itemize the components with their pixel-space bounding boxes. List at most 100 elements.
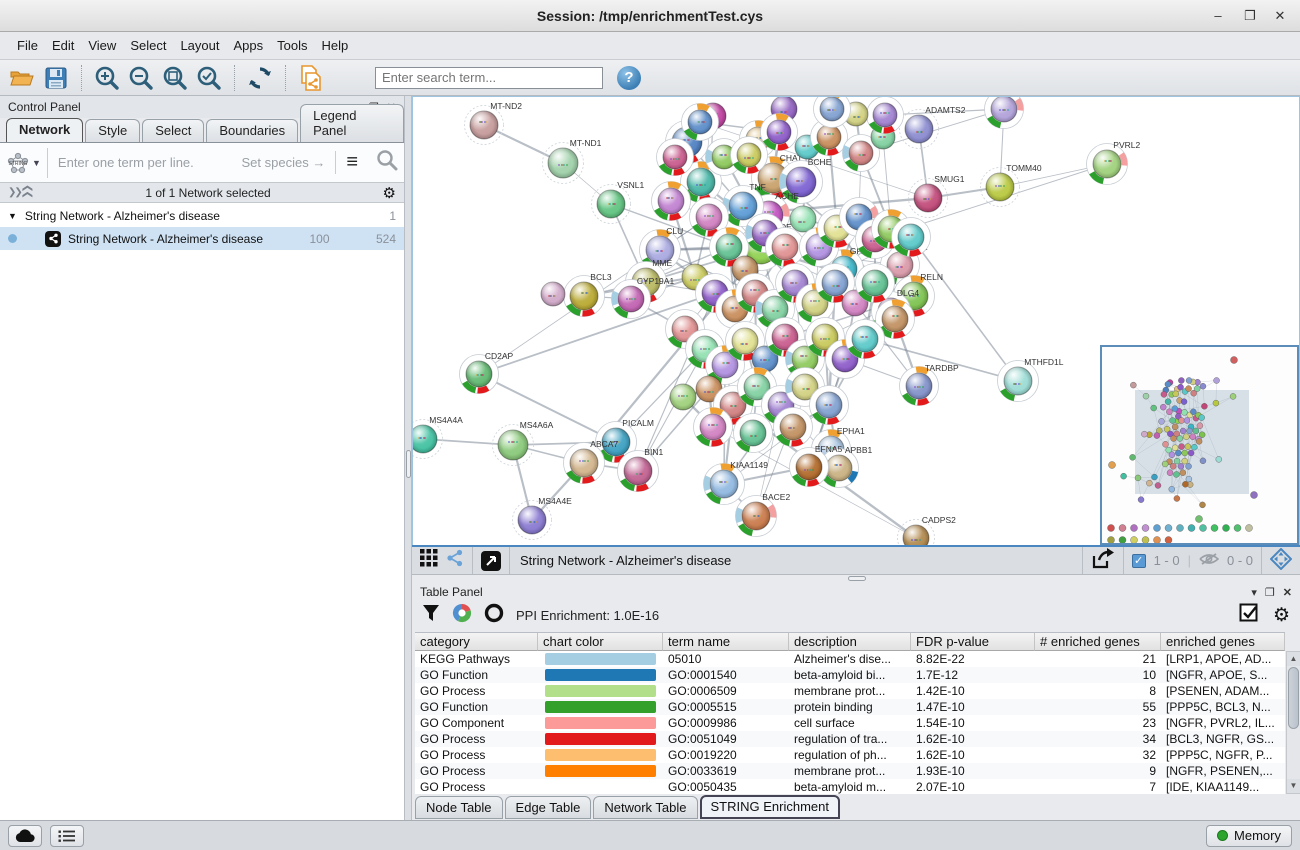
enrichment-row[interactable]: KEGG Pathways05010Alzheimer's dise...8.8… [415, 651, 1285, 667]
tab-network-table[interactable]: Network Table [593, 796, 697, 819]
string-menu-icon[interactable]: ≡ [335, 151, 368, 174]
help-icon[interactable]: ? [617, 66, 641, 90]
network-row[interactable]: String Network - Alzheimer's disease 100… [0, 227, 404, 250]
refresh-icon[interactable] [246, 64, 274, 92]
zoom-out-icon[interactable] [127, 64, 155, 92]
network-node[interactable] [657, 139, 694, 176]
search-input[interactable] [375, 67, 603, 89]
network-node[interactable]: MTHFD1L [998, 357, 1064, 402]
species-selector[interactable]: Set species → [242, 155, 336, 170]
network-node[interactable]: PVRL2 [1087, 140, 1141, 185]
network-node[interactable]: TARDBP [900, 363, 960, 406]
grid-view-icon[interactable] [420, 549, 438, 572]
network-node[interactable]: SMUG1 [909, 174, 965, 218]
enrichment-row[interactable]: GO ComponentGO:0009986cell surface1.54E-… [415, 715, 1285, 731]
enrichment-row[interactable]: GO ProcessGO:0019220regulation of ph...1… [415, 747, 1285, 763]
column-header-description[interactable]: description [789, 633, 911, 651]
network-node[interactable] [810, 386, 849, 425]
menu-tools[interactable]: Tools [270, 34, 314, 57]
network-node[interactable] [761, 114, 798, 151]
minimize-button[interactable]: – [1208, 6, 1228, 26]
network-node[interactable]: BACE2 [736, 492, 791, 537]
network-node[interactable] [731, 137, 768, 174]
network-node[interactable]: BCL3 [564, 272, 612, 317]
menu-help[interactable]: Help [315, 34, 356, 57]
network-node[interactable]: MS4A6A [493, 420, 554, 466]
network-node[interactable]: VSNL1 [592, 180, 645, 224]
panel-menu-icon[interactable]: ▾ [1251, 586, 1257, 599]
menu-file[interactable]: File [10, 34, 45, 57]
network-node[interactable] [766, 228, 805, 267]
network-node[interactable]: CYP19A1 [612, 276, 675, 319]
collapse-all-icon[interactable]: ❯❯ [8, 187, 21, 198]
column-header-term-name[interactable]: term name [663, 633, 789, 651]
network-node[interactable] [790, 206, 816, 232]
enrichment-row[interactable]: GO FunctionGO:0005515protein binding1.47… [415, 699, 1285, 715]
menu-edit[interactable]: Edit [45, 34, 81, 57]
network-node[interactable]: MS4A4A [413, 415, 463, 459]
share-view-icon[interactable] [446, 549, 464, 572]
enrichment-row[interactable]: GO ProcessGO:0033619membrane prot...1.93… [415, 763, 1285, 779]
enrichment-row[interactable]: GO ProcessGO:0050435beta-amyloid m...2.0… [415, 779, 1285, 794]
menu-layout[interactable]: Layout [173, 34, 226, 57]
memory-button[interactable]: Memory [1206, 825, 1292, 847]
expand-all-icon[interactable]: ❯❯ [22, 186, 33, 199]
cloud-tasks-button[interactable] [8, 825, 42, 847]
collapse-triangle-icon[interactable]: ▼ [8, 211, 17, 221]
filter-funnel-icon[interactable] [422, 604, 440, 627]
tab-node-table[interactable]: Node Table [415, 796, 503, 819]
menu-apps[interactable]: Apps [227, 34, 271, 57]
enrichment-row[interactable]: GO ProcessGO:0051049regulation of tra...… [415, 731, 1285, 747]
column-header-fdr-p-value[interactable]: FDR p-value [911, 633, 1035, 651]
network-node[interactable] [856, 264, 895, 303]
copy-network-icon[interactable] [297, 64, 325, 92]
detach-view-icon[interactable] [481, 551, 501, 571]
horizontal-splitter-handle[interactable] [848, 576, 866, 581]
network-node[interactable]: MS4A4E [513, 496, 573, 540]
column-header-enriched-genes[interactable]: enriched genes [1161, 633, 1285, 651]
menu-select[interactable]: Select [123, 34, 173, 57]
export-network-icon[interactable] [1091, 548, 1115, 573]
network-collection-row[interactable]: ▼ String Network - Alzheimer's disease 1 [0, 204, 404, 227]
string-logo-icon[interactable]: STRING ▼ [6, 148, 48, 178]
network-node[interactable] [867, 97, 904, 134]
task-list-button[interactable] [50, 825, 84, 847]
zoom-in-icon[interactable] [93, 64, 121, 92]
network-node[interactable] [682, 104, 719, 141]
network-node[interactable]: MT-ND1 [543, 138, 602, 184]
network-node[interactable]: MT-ND2 [465, 101, 523, 145]
column-header-chart-color[interactable]: chart color [538, 633, 663, 651]
network-node[interactable] [670, 384, 696, 410]
enrichment-row[interactable]: GO ProcessGO:0006509membrane prot...1.42… [415, 683, 1285, 699]
network-node[interactable] [774, 408, 813, 447]
network-node[interactable] [846, 320, 885, 359]
scroll-down-icon[interactable]: ▼ [1287, 779, 1300, 793]
column-header-category[interactable]: category [415, 633, 538, 651]
network-node[interactable]: ADAMTS2 [900, 105, 966, 149]
tab-select[interactable]: Select [142, 119, 204, 142]
menu-view[interactable]: View [81, 34, 123, 57]
selected-nodes-checkbox[interactable]: ✓ [1132, 554, 1146, 568]
network-options-gear-icon[interactable]: ⚙ [383, 184, 396, 202]
close-button[interactable]: ✕ [1270, 6, 1290, 26]
select-checkbox-icon[interactable] [1239, 603, 1259, 628]
scrollbar-thumb[interactable] [1288, 667, 1299, 729]
network-node[interactable] [652, 182, 691, 221]
table-scrollbar[interactable]: ▲ ▼ [1286, 651, 1300, 794]
string-search-icon[interactable] [368, 149, 398, 176]
network-node[interactable] [734, 414, 773, 453]
tab-network[interactable]: Network [6, 118, 83, 142]
network-node[interactable] [694, 408, 733, 447]
donut-chart-icon[interactable] [452, 603, 472, 628]
tab-string-enrichment[interactable]: STRING Enrichment [700, 795, 840, 819]
hidden-eye-icon[interactable] [1199, 552, 1219, 569]
column-header--enriched-genes[interactable]: # enriched genes [1035, 633, 1161, 651]
network-node[interactable] [892, 218, 931, 257]
panel-close-icon[interactable]: ✕ [1283, 586, 1292, 599]
zoom-selected-icon[interactable] [195, 64, 223, 92]
network-node[interactable] [985, 97, 1024, 129]
network-node[interactable]: TOMM40 [981, 163, 1042, 207]
navigator-icon[interactable] [1270, 548, 1292, 573]
network-node[interactable]: CADPS2 [898, 515, 957, 545]
tab-style[interactable]: Style [85, 119, 140, 142]
